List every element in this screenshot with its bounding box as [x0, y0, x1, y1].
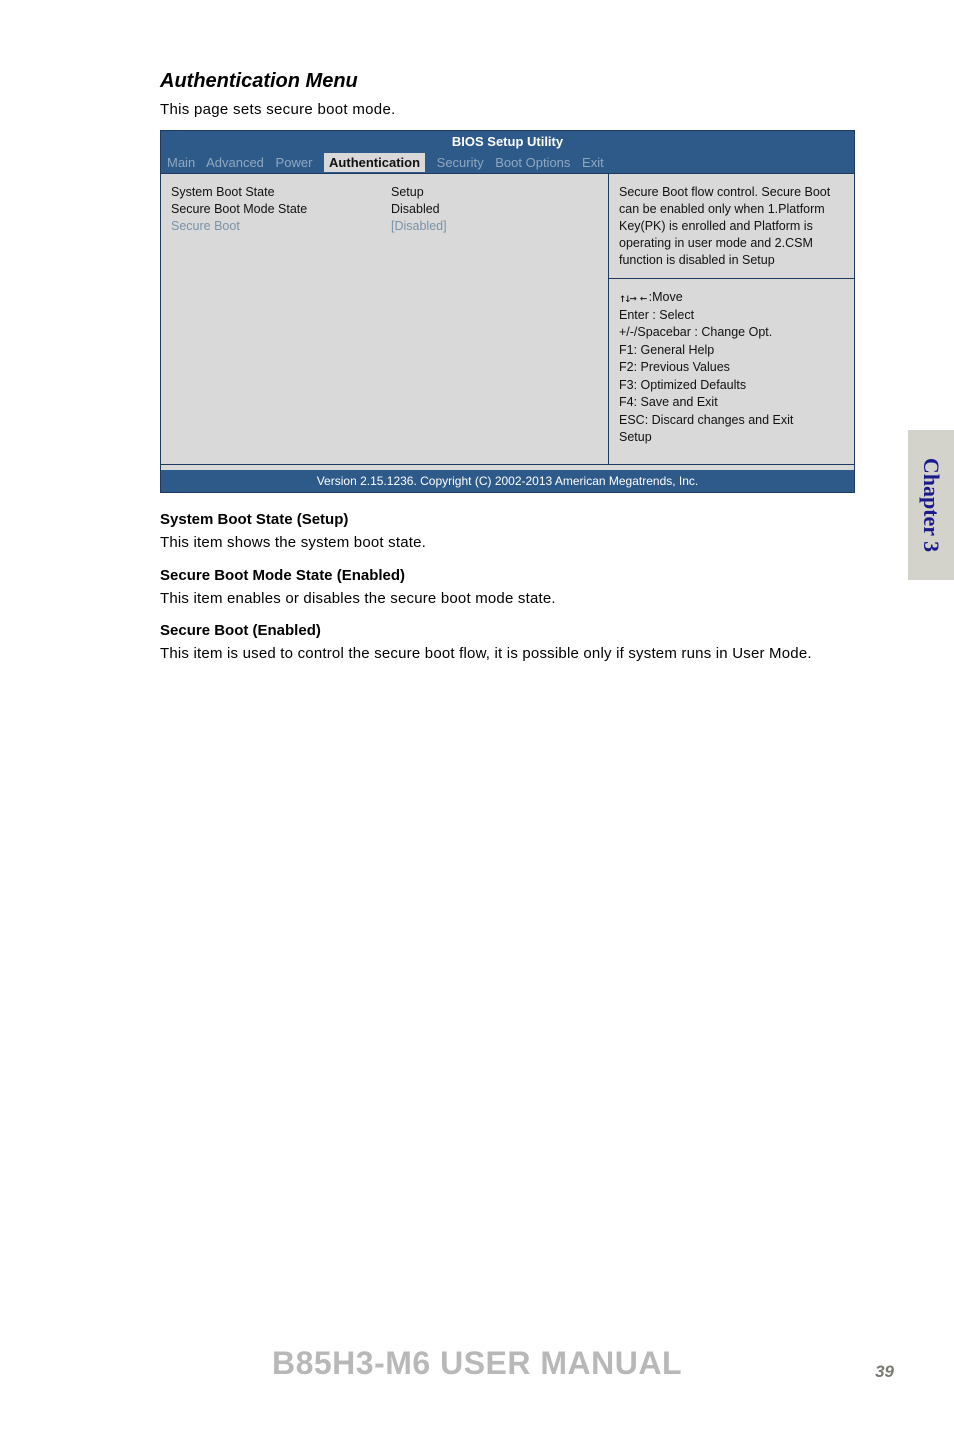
bios-menu-boot-options: Boot Options [495, 155, 570, 170]
chapter-side-tab-label: Chapter 3 [918, 458, 944, 552]
bios-key-f1: F1: General Help [619, 342, 844, 360]
subsection-head: Secure Boot Mode State (Enabled) [160, 567, 884, 584]
bios-row-value: Disabled [391, 201, 440, 218]
bios-row-label: System Boot State [171, 184, 391, 201]
subsection-body: This item enables or disables the secure… [160, 588, 884, 611]
subsection-head: Secure Boot (Enabled) [160, 622, 884, 639]
bios-row-secure-boot-mode-state: Secure Boot Mode State Disabled [171, 201, 600, 218]
bios-screenshot: BIOS Setup Utility Main Advanced Power A… [160, 130, 855, 493]
bios-menu-main: Main [167, 155, 195, 170]
bios-key-legend: ↑↓→ ← :Move Enter : Select +/-/Spacebar … [609, 279, 854, 464]
chapter-side-tab: Chapter 3 [908, 430, 954, 580]
bios-key-enter: Enter : Select [619, 307, 844, 325]
bios-key-f2: F2: Previous Values [619, 359, 844, 377]
section-title: Authentication Menu [160, 70, 884, 93]
bios-row-label: Secure Boot Mode State [171, 201, 391, 218]
bios-key-f3: F3: Optimized Defaults [619, 377, 844, 395]
page-footer: B85H3-M6 USER MANUAL [0, 1345, 954, 1382]
subsection-body: This item shows the system boot state. [160, 532, 884, 555]
bios-settings-pane: System Boot State Setup Secure Boot Mode… [161, 174, 609, 464]
bios-help-text: Secure Boot flow control. Secure Boot ca… [609, 174, 854, 279]
page-content: Authentication Menu This page sets secur… [0, 0, 954, 666]
footer-title: B85H3-M6 USER MANUAL [0, 1345, 954, 1382]
bios-key-f4: F4: Save and Exit [619, 394, 844, 412]
bios-menu-power: Power [276, 155, 313, 170]
bios-key-setup: Setup [619, 429, 844, 447]
bios-key-move: ↑↓→ ← :Move [619, 289, 844, 307]
bios-right-pane: Secure Boot flow control. Secure Boot ca… [609, 174, 854, 464]
subsection-body: This item is used to control the secure … [160, 643, 884, 666]
bios-row-value: Setup [391, 184, 424, 201]
bios-key-esc: ESC: Discard changes and Exit [619, 412, 844, 430]
bios-menu-security: Security [437, 155, 484, 170]
bios-menubar: Main Advanced Power Authentication Secur… [161, 152, 854, 173]
bios-row-system-boot-state: System Boot State Setup [171, 184, 600, 201]
page-number: 39 [875, 1362, 894, 1382]
arrows-icon: ↑↓→ ← [619, 290, 645, 307]
bios-body: System Boot State Setup Secure Boot Mode… [161, 173, 854, 464]
bios-menu-advanced: Advanced [206, 155, 264, 170]
bios-title: BIOS Setup Utility [161, 131, 854, 152]
bios-footer: Version 2.15.1236. Copyright (C) 2002-20… [161, 470, 854, 492]
bios-menu-exit: Exit [582, 155, 604, 170]
bios-menu-authentication: Authentication [324, 153, 425, 172]
section-description: This page sets secure boot mode. [160, 101, 884, 118]
bios-key-spacebar: +/-/Spacebar : Change Opt. [619, 324, 844, 342]
bios-row-label: Secure Boot [171, 218, 391, 235]
bios-row-secure-boot: Secure Boot [Disabled] [171, 218, 600, 235]
bios-row-value: [Disabled] [391, 218, 447, 235]
subsection-head: System Boot State (Setup) [160, 511, 884, 528]
